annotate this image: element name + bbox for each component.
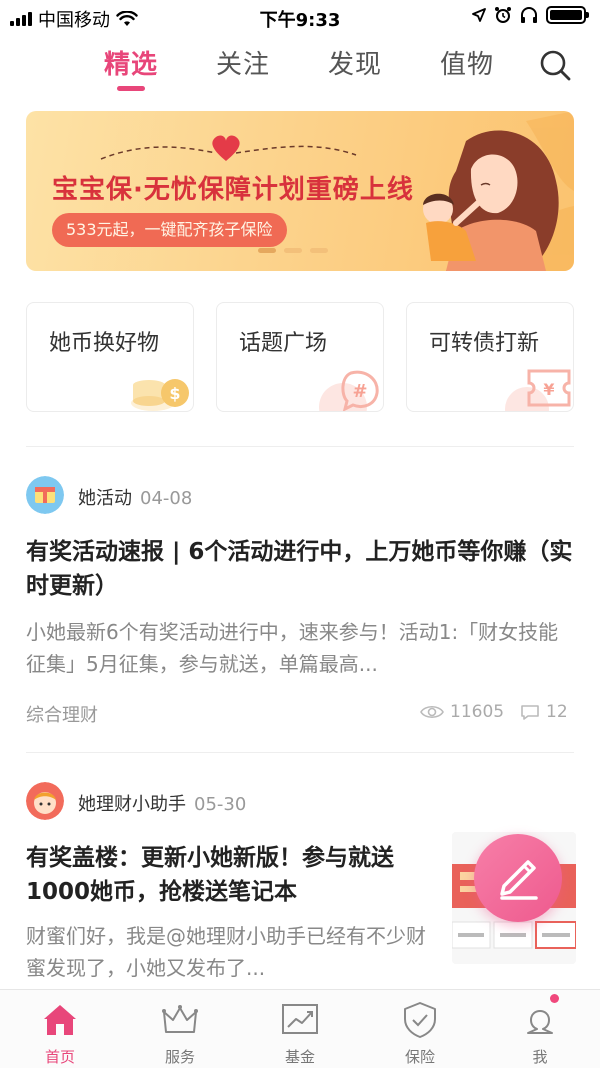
shortcut-label: 话题广场: [239, 331, 328, 356]
author-name[interactable]: 她理财小助手: [78, 794, 186, 815]
status-bar: 中国移动 下午9:33: [0, 0, 600, 34]
view-count: 11605: [450, 702, 505, 722]
tab-discover[interactable]: 发现: [328, 44, 382, 81]
banner-pagination: [258, 248, 328, 253]
comment-icon: [521, 705, 539, 720]
battery-icon: [546, 6, 589, 24]
compose-button[interactable]: [474, 834, 562, 922]
post-comments[interactable]: 12: [520, 702, 568, 722]
nav-label: 保险: [404, 1048, 435, 1066]
nav-insurance[interactable]: 保险: [360, 990, 480, 1068]
alarm-icon: [495, 7, 511, 23]
coins-icon: $: [131, 379, 189, 411]
shortcut-label: 她币换好物: [49, 331, 160, 356]
banner-dot: [258, 248, 276, 253]
location-arrow-icon: [472, 8, 486, 22]
shield-icon: [404, 1002, 436, 1038]
tab-following[interactable]: 关注: [216, 44, 270, 81]
post-author-line: 她活动 04-08: [78, 484, 192, 510]
promo-banner[interactable]: 宝宝保·无忧保障计划重磅上线 533元起，一键配齐孩子保险: [26, 111, 574, 271]
banner-dot: [284, 248, 302, 253]
nav-funds[interactable]: 基金: [240, 990, 360, 1068]
svg-text:¥: ¥: [543, 380, 554, 399]
section-divider: [26, 446, 574, 447]
comment-count: 12: [546, 702, 568, 722]
nav-me[interactable]: 我: [480, 990, 600, 1068]
post-divider: [26, 752, 574, 753]
post-date: 05-30: [194, 794, 247, 815]
eye-icon: [420, 705, 444, 719]
nav-label: 首页: [44, 1048, 75, 1066]
pencil-icon: [500, 860, 538, 900]
profile-icon: [527, 1010, 553, 1034]
nav-home[interactable]: 首页: [0, 990, 120, 1068]
author-name[interactable]: 她活动: [78, 488, 132, 509]
tab-featured[interactable]: 精选: [104, 44, 158, 81]
chart-icon: [282, 1004, 318, 1034]
nav-label: 基金: [284, 1048, 315, 1066]
status-bar-right: [472, 6, 589, 24]
headphones-icon: [521, 7, 537, 23]
nav-label: 服务: [164, 1048, 195, 1066]
nav-label: 我: [532, 1048, 548, 1066]
tab-worth-buying[interactable]: 值物: [440, 44, 494, 81]
shortcut-convertible-bond[interactable]: 可转债打新 ¥: [406, 302, 574, 412]
post-views: 11605: [420, 702, 504, 722]
bottom-nav-bar: 首页 服务 基金 保险 我: [0, 989, 600, 1068]
post-title[interactable]: 有奖活动速报 | 6个活动进行中，上万她币等你赚（实时更新）: [26, 535, 574, 603]
post-date: 04-08: [140, 488, 193, 509]
shortcut-coins-exchange[interactable]: 她币换好物 $: [26, 302, 194, 412]
shortcut-topic-square[interactable]: 话题广场 #: [216, 302, 384, 412]
post-title[interactable]: 有奖盖楼：更新小她新版！参与就送1000她币，抢楼送笔记本: [26, 841, 426, 909]
post-author-line: 她理财小助手 05-30: [78, 790, 246, 816]
hashtag-bubble-icon: #: [319, 370, 379, 411]
crown-icon: [162, 1005, 198, 1033]
search-icon[interactable]: [538, 48, 572, 82]
top-tab-bar: 精选 关注 发现 值物: [0, 44, 600, 94]
yen-ticket-icon: ¥: [505, 369, 571, 411]
nav-services[interactable]: 服务: [120, 990, 240, 1068]
home-icon: [44, 1005, 76, 1035]
svg-text:$: $: [169, 384, 180, 403]
post-category[interactable]: 综合理财: [26, 701, 98, 727]
shortcut-label: 可转债打新: [429, 331, 540, 356]
author-avatar[interactable]: [26, 476, 64, 514]
author-avatar[interactable]: [26, 782, 64, 820]
notification-dot: [550, 994, 559, 1003]
banner-title: 宝宝保·无忧保障计划重磅上线: [52, 175, 414, 205]
post-excerpt: 财蜜们好，我是@她理财小助手已经有不少财蜜发现了，小她又发布了...: [26, 924, 426, 980]
banner-dot: [310, 248, 328, 253]
active-tab-indicator: [117, 86, 145, 91]
post-excerpt: 小她最新6个有奖活动进行中，速来参与！活动1:「财女技能征集」5月征集，参与就送…: [26, 620, 559, 676]
banner-subtitle: 533元起，一键配齐孩子保险: [52, 213, 287, 247]
svg-text:#: #: [352, 381, 367, 402]
